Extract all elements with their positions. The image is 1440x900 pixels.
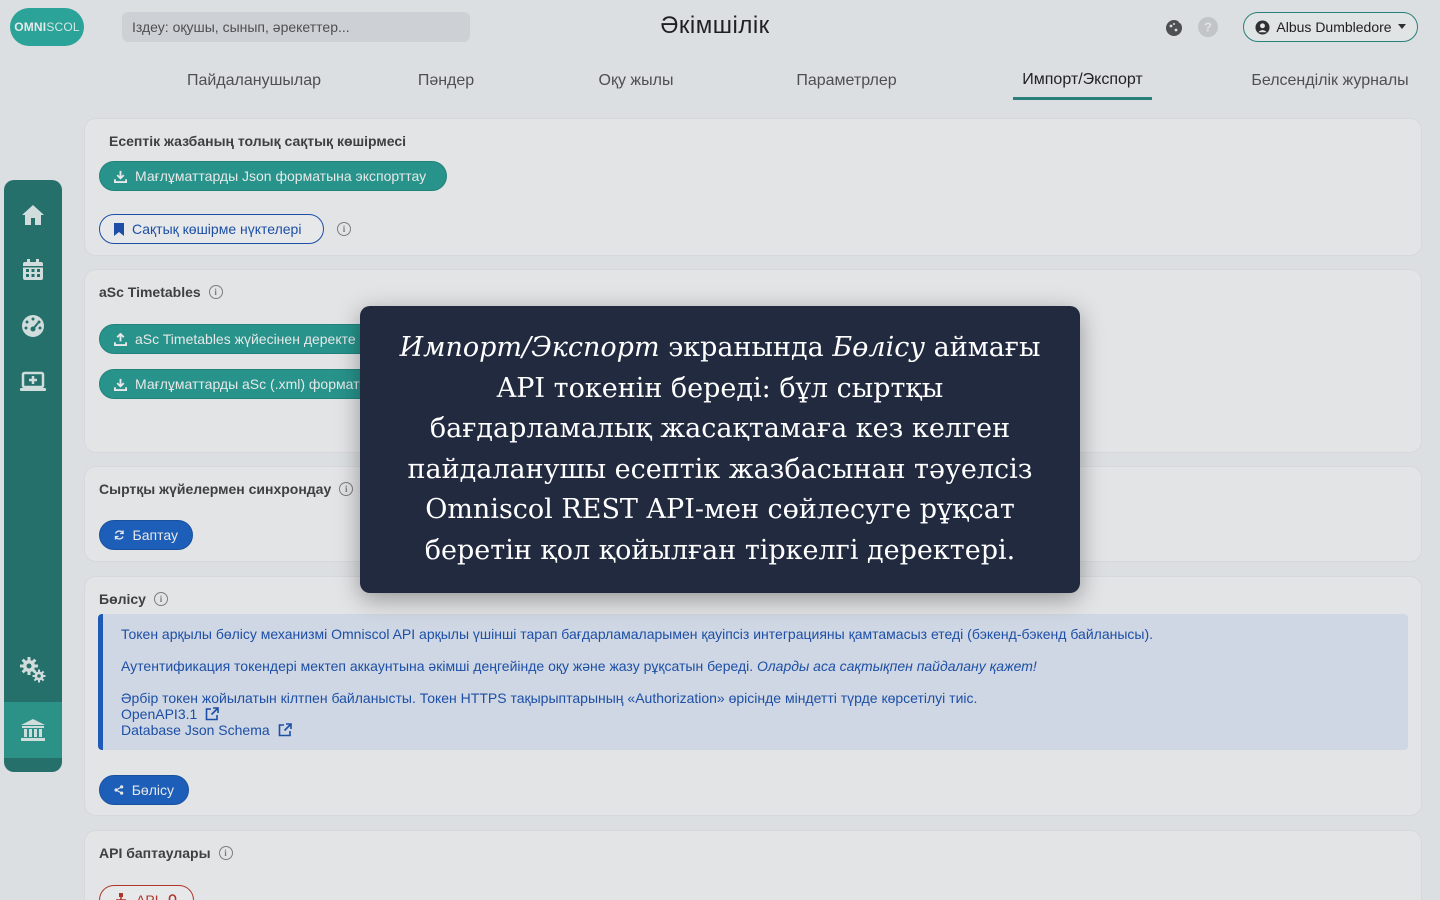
gauge-icon xyxy=(22,315,44,337)
tab-activity-log[interactable]: Белсенділік журналы xyxy=(1248,62,1412,100)
tab-users[interactable]: Пайдаланушылар xyxy=(187,62,321,100)
api-settings-card: API баптаулары i API xyxy=(84,830,1422,900)
backup-title-text: Есептік жазбаның толық сақтық көшірмесі xyxy=(109,133,407,149)
export-json-button[interactable]: Мағлұматтарды Json форматына экспорттау xyxy=(99,161,447,191)
openapi-link[interactable]: OpenAPI3.1 xyxy=(121,706,1390,722)
sync-info-icon[interactable]: i xyxy=(339,482,354,496)
sidebar-item-home[interactable] xyxy=(4,191,62,239)
backup-card-title: Есептік жазбаның толық сақтық көшірмесі xyxy=(109,133,406,149)
explanation-tooltip: Импорт/Экспорт экранында Бөлісу аймағы A… xyxy=(360,306,1080,593)
json-schema-link[interactable]: Database Json Schema xyxy=(121,722,1390,738)
tab-settings[interactable]: Параметрлер xyxy=(794,62,899,100)
backup-points-button[interactable]: Сақтық көшірме нүктелері xyxy=(99,214,324,244)
logo-text-right: SCOL xyxy=(46,20,80,34)
tooltip-share: Бөлісу xyxy=(832,332,926,363)
cookie-icon[interactable] xyxy=(1162,15,1186,39)
export-json-label: Мағлұматтарды Json форматына экспорттау xyxy=(135,168,427,184)
sync-settings-button[interactable]: Баптау xyxy=(99,520,193,550)
page-title: Әкімшілік xyxy=(660,12,770,39)
sync-card-title: Сыртқы жүйелермен синхрондау i xyxy=(99,481,354,497)
user-avatar-icon xyxy=(1255,19,1270,35)
share-title-text: Бөлісу xyxy=(99,591,146,607)
backup-points-label: Сақтық көшірме нүктелері xyxy=(132,221,302,237)
svg-text:?: ? xyxy=(1204,20,1212,35)
sync-title-text: Сыртқы жүйелермен синхрондау xyxy=(99,481,332,497)
user-menu-button[interactable]: Albus Dumbledore xyxy=(1243,12,1418,42)
network-icon xyxy=(115,893,127,900)
calendar-icon xyxy=(23,259,43,280)
asc-import-label: aSc Timetables жүйесінен деректе xyxy=(135,331,356,347)
laptop-plus-icon xyxy=(20,371,46,391)
api-card-title: API баптаулары i xyxy=(99,845,233,861)
header: OMNISCOL Әкімшілік ? Albus Dumbledore xyxy=(0,0,1440,56)
refresh-icon xyxy=(114,530,124,540)
backup-info-icon[interactable]: i xyxy=(337,222,351,236)
share-icon xyxy=(114,785,124,795)
sidebar-item-administration[interactable] xyxy=(4,702,62,758)
share-info-icon[interactable]: i xyxy=(153,592,168,606)
asc-export-button[interactable]: Мағлұматтарды aSc (.xml) формат xyxy=(99,369,399,399)
bookmark-icon xyxy=(114,222,124,236)
lock-icon xyxy=(167,893,177,900)
home-icon xyxy=(22,205,44,225)
share-button[interactable]: Бөлісу xyxy=(99,775,189,805)
asc-import-button[interactable]: aSc Timetables жүйесінен деректе xyxy=(99,324,399,354)
api-button[interactable]: API xyxy=(99,885,194,900)
sidebar-item-admin-settings[interactable] xyxy=(4,646,62,694)
api-button-label: API xyxy=(136,892,159,900)
logo-text-left: OMNI xyxy=(14,20,47,34)
gears-icon xyxy=(20,657,46,683)
tab-import-export[interactable]: Импорт/Экспорт xyxy=(1013,62,1152,100)
tab-subjects[interactable]: Пәндер xyxy=(416,62,476,100)
asc-card-title: aSc Timetables i xyxy=(99,284,223,300)
sidebar-item-calendar[interactable] xyxy=(4,246,62,294)
sidebar-item-devices[interactable] xyxy=(4,358,62,406)
sync-settings-label: Баптау xyxy=(132,527,178,543)
user-name: Albus Dumbledore xyxy=(1276,19,1392,35)
tab-bar: Пайдаланушылар Пәндер Оқу жылы Параметрл… xyxy=(140,62,1440,102)
asc-info-icon[interactable]: i xyxy=(208,285,223,299)
share-callout-p2: Аутентификация токендері мектеп аккаунты… xyxy=(121,658,1390,674)
tooltip-text-2: аймағы API токенін береді: бұл сыртқы ба… xyxy=(407,332,1041,566)
backup-card: Есептік жазбаның толық сақтық көшірмесі … xyxy=(84,118,1422,256)
share-p2-warning: Оларды аса сақтықпен пайдалану қажет! xyxy=(757,658,1037,674)
institution-icon xyxy=(21,719,45,741)
share-callout-p3: Әрбір токен жойылатын кілтпен байланысты… xyxy=(121,690,978,706)
sidebar-item-dashboard[interactable] xyxy=(4,302,62,350)
share-callout-p1: Токен арқылы бөлісу механизмі Omniscol A… xyxy=(121,626,1154,642)
api-title-text: API баптаулары xyxy=(99,845,211,861)
api-info-icon[interactable]: i xyxy=(218,846,233,860)
openapi-link-label: OpenAPI3.1 xyxy=(121,706,198,722)
asc-title-text: aSc Timetables xyxy=(99,284,201,300)
caret-down-icon xyxy=(1397,24,1406,29)
download-icon xyxy=(114,378,127,391)
external-link-icon xyxy=(278,723,292,737)
search-input[interactable] xyxy=(122,12,470,42)
tooltip-text-1: экранында xyxy=(659,332,833,363)
json-schema-link-label: Database Json Schema xyxy=(121,722,270,738)
external-link-icon xyxy=(205,707,220,721)
omniscol-logo[interactable]: OMNI SCOL xyxy=(10,8,84,46)
sidebar xyxy=(4,180,62,772)
share-info-callout: Токен арқылы бөлісу механизмі Omniscol A… xyxy=(98,614,1408,750)
upload-icon xyxy=(114,332,127,346)
tab-academic-year[interactable]: Оқу жылы xyxy=(596,62,676,100)
download-icon xyxy=(114,170,127,183)
help-icon[interactable]: ? xyxy=(1196,15,1220,39)
tooltip-import-export: Импорт/Экспорт xyxy=(399,332,660,363)
share-p2-text: Аутентификация токендері мектеп аккаунты… xyxy=(121,658,758,674)
asc-export-label: Мағлұматтарды aSc (.xml) формат xyxy=(135,376,360,392)
share-button-label: Бөлісу xyxy=(131,782,174,798)
share-card-title: Бөлісу i xyxy=(99,591,168,607)
